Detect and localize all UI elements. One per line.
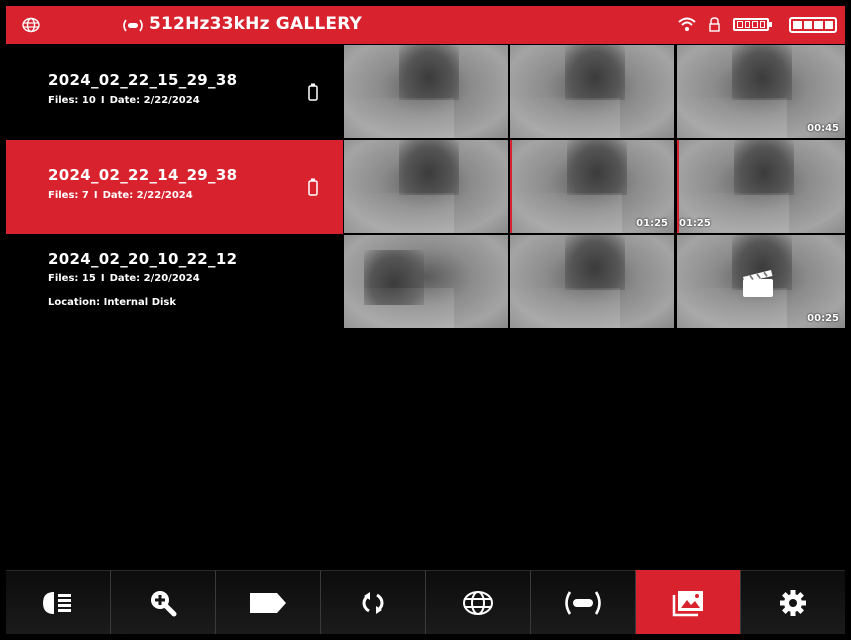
zoom-in-button[interactable] [110,570,215,634]
media-thumbnail[interactable] [344,140,508,233]
battery-large-icon [789,17,837,33]
duration-label: 01:25 [679,218,711,229]
duration-label: 00:25 [807,313,839,324]
settings-icon [780,589,806,616]
settings-button[interactable] [740,570,845,634]
grid-button[interactable] [425,570,530,634]
status-bar: 512Hz33kHz GALLERY [6,6,845,44]
files-count: Files: 7 [48,190,89,201]
files-count: Files: 15 [48,273,96,284]
duration-label: 01:25 [636,218,668,229]
media-thumbnail[interactable]: 00:45 [677,45,845,138]
zoom-in-icon [151,590,177,616]
trash-icon[interactable] [308,178,318,196]
media-thumbnail[interactable] [344,45,508,138]
session-row[interactable]: 2024_02_22_15_29_38 Files: 10 I Date: 2/22… [6,45,343,139]
light-icon [43,591,71,614]
tag-icon [250,592,286,613]
gallery-icon [672,590,703,616]
signal-icon [565,590,601,615]
session-meta: Files: 15 I Date: 2/20/2024 [48,273,200,284]
signal-icon [123,19,143,32]
files-count: Files: 10 [48,95,96,106]
session-name: 2024_02_22_14_29_38 [48,166,238,184]
battery-small-icon [733,18,772,31]
session-name: 2024_02_20_10_22_12 [48,250,238,268]
session-date: Date: 2/22/2024 [109,95,200,106]
signal-button[interactable] [530,570,635,634]
refresh-button[interactable] [320,570,425,634]
media-thumbnail[interactable] [510,235,674,328]
session-location: Location: Internal Disk [48,297,177,308]
wifi-icon [678,17,696,31]
media-thumbnail[interactable]: 01:25 [677,140,845,233]
media-thumbnail[interactable] [344,235,508,328]
trash-icon[interactable] [308,83,318,101]
separator: I [93,190,98,201]
grid-logo-icon [22,17,40,33]
video-thumbnail[interactable]: 00:25 [677,235,845,328]
gallery-screen: 512Hz33kHz GALLERY 2024_02_22_15_29_38 F… [0,0,851,640]
session-date: Date: 2/22/2024 [102,190,193,201]
session-name: 2024_02_22_15_29_38 [48,71,238,89]
gallery-button[interactable] [635,570,740,634]
clapper-icon [743,270,773,297]
lock-icon [709,17,720,32]
separator: I [100,273,105,284]
light-button[interactable] [6,570,110,634]
tag-button[interactable] [215,570,320,634]
session-date: Date: 2/20/2024 [109,273,200,284]
media-thumbnail[interactable] [510,45,674,138]
media-thumbnail[interactable]: 01:25 [510,140,674,233]
separator: I [100,95,105,106]
page-title: 512Hz33kHz GALLERY [149,14,363,34]
session-meta: Files: 10 I Date: 2/22/2024 [48,95,200,106]
refresh-icon [362,591,384,614]
bottom-toolbar [6,570,845,634]
session-meta: Files: 7 I Date: 2/22/2024 [48,190,193,201]
duration-label: 00:45 [807,123,839,134]
session-row-selected[interactable]: 2024_02_22_14_29_38 Files: 7 I Date: 2/22/… [6,140,343,234]
grid-icon [463,590,493,615]
session-row[interactable]: 2024_02_20_10_22_12 Files: 15 I Date: 2/20… [6,235,343,329]
